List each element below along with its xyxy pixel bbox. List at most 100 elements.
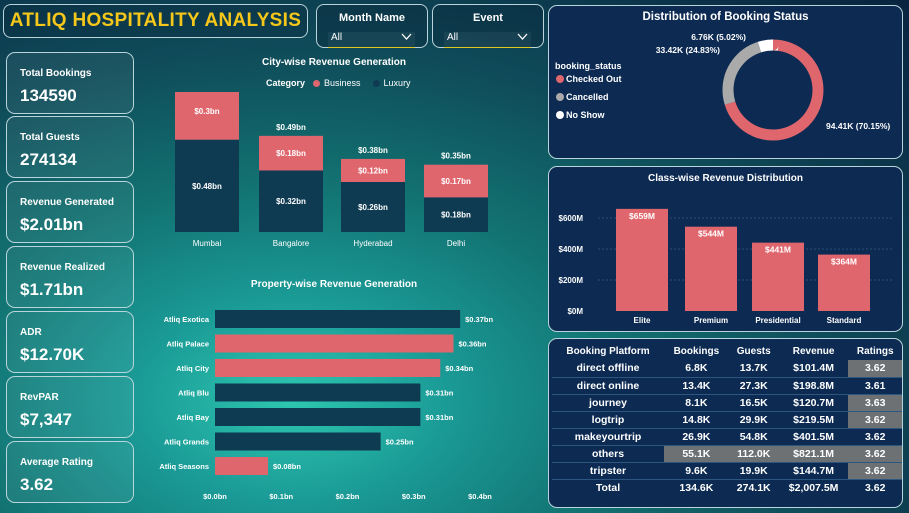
table-row[interactable]: logtrip 14.8K 29.9K $219.5M 3.62 [552,411,902,429]
city-category-label: Mumbai [193,239,222,248]
table-total-row: Total 134.6K 274.1K $2,007.5M 3.62 [552,479,902,496]
cell-rating: 3.62 [848,445,902,463]
cell-platform: direct online [552,377,665,395]
city-chart-title: City-wise Revenue Generation [262,57,406,68]
cell-revenue: $198.8M [778,377,849,395]
cell-bookings: 13.4K [664,377,729,395]
cell-guests: 29.9K [728,411,779,429]
city-category-label: Hyderabad [353,239,392,248]
class-value-label: $544M [698,229,724,239]
month-slicer[interactable]: Month Name All [316,4,428,48]
cell-guests: 112.0K [728,445,779,463]
booking-platform-table: Booking Platform Bookings Guests Revenue… [552,342,902,496]
month-dropdown-value: All [331,32,343,43]
class-y-tick: $0M [567,307,583,316]
event-slicer[interactable]: Event All [432,4,544,48]
property-category-label: Atliq Exotica [164,315,210,324]
col-header[interactable]: Bookings [664,342,729,360]
cell-bookings: 6.8K [664,360,729,378]
kpi-total-guests: Total Guests 274134 [6,116,134,178]
legend-dot-business [313,79,321,87]
property-category-label: Atliq Seasons [159,462,209,471]
legend-title: Category [266,78,306,88]
property-x-tick: $0.0bn [203,492,227,501]
table-row[interactable]: direct offline 6.8K 13.7K $101.4M 3.62 [552,360,902,378]
col-header[interactable]: Ratings [848,342,902,360]
property-x-tick: $0.4bn [468,492,492,501]
cell-rating: 3.62 [848,360,902,378]
property-value-label: $0.31bn [425,389,453,398]
col-header[interactable]: Revenue [779,342,849,360]
kpi-label: ADR [20,327,42,338]
booking-status-chart: 94.41K (70.15%) 33.42K (24.83%) 6.76K (5.0… [555,32,890,141]
cell-rating: 3.62 [848,462,902,480]
cell-platform: journey [552,394,665,412]
property-category-label: Atliq Grands [164,438,209,447]
cell-guests: 27.3K [728,377,779,395]
class-value-label: $441M [765,245,791,255]
cell-bookings: 8.1K [664,394,729,412]
table-row[interactable]: journey 8.1K 16.5K $120.7M 3.63 [552,394,902,412]
property-x-tick: $0.3bn [402,492,426,501]
cell-rating: 3.62 [848,428,902,446]
cell-rating: 3.62 [848,411,902,429]
property-bar [215,457,268,475]
month-slicer-label: Month Name [339,12,405,24]
col-header[interactable]: Booking Platform [552,342,664,360]
status-legend-item: No Show [566,110,605,120]
cell-revenue: $401.5M [778,428,849,446]
city-category-label: Bangalore [273,239,310,248]
status-label-checked-out: 94.41K (70.15%) [826,121,890,131]
cell-bookings: 9.6K [664,462,729,480]
kpi-adr: ADR $12.70K [6,311,134,373]
event-dropdown[interactable]: All [444,32,531,48]
property-bar [215,310,461,328]
property-value-label: $0.25bn [386,438,414,447]
cell-platform: makeyourtrip [552,428,665,446]
kpi-value: 3.62 [20,475,54,494]
col-header[interactable]: Guests [729,342,779,360]
status-legend-dot [556,111,564,119]
kpi-total-bookings: Total Bookings 134590 [6,52,134,114]
city-revenue-chart: $0.48bn$0.3bn$0.78bnMumbai$0.32bn$0.18bn… [175,92,488,248]
kpi-value: 274134 [20,150,77,169]
dashboard-title: ATLIQ HOSPITALITY ANALYSIS [9,10,302,31]
kpi-label: Revenue Generated [20,197,114,208]
status-label-no-show: 6.76K (5.02%) [691,32,746,42]
kpi-value: $7,347 [20,410,72,429]
property-value-label: $0.08bn [273,462,301,471]
property-category-label: Atliq Blu [178,389,209,398]
cell-guests: 19.9K [728,462,779,480]
class-category-label: Elite [634,316,651,325]
kpi-label: Total Bookings [20,68,92,79]
chevron-down-icon [401,33,412,40]
table-row[interactable]: makeyourtrip 26.9K 54.8K $401.5M 3.62 [552,428,902,446]
cell-revenue: $120.7M [778,394,849,412]
cell-revenue: $144.7M [778,462,849,480]
city-label-business: $0.12bn [358,166,388,175]
property-value-label: $0.34bn [445,364,473,373]
city-total-label: $0.38bn [358,146,388,155]
table-row[interactable]: others 55.1K 112.0K $821.1M 3.62 [552,445,902,463]
property-value-label: $0.36bn [459,340,487,349]
property-value-label: $0.31bn [425,413,453,422]
city-chart-legend: Category Business Luxury [266,78,411,88]
city-total-label: $0.35bn [441,152,471,161]
month-dropdown[interactable]: All [328,32,415,48]
status-legend-item: Cancelled [566,92,609,102]
status-legend-dot [556,75,564,83]
cell-guests: 54.8K [728,428,779,446]
kpi-label: Average Rating [20,457,93,468]
cell-guests: 16.5K [728,394,779,412]
cell-guests: 13.7K [728,360,779,378]
cell-revenue: $821.1M [778,445,849,463]
status-legend-title: booking_status [555,61,622,71]
dashboard-title-box: ATLIQ HOSPITALITY ANALYSIS [3,4,308,38]
property-bar [215,334,454,353]
kpi-value: $2.01bn [20,215,84,234]
class-chart-title: Class-wise Revenue Distribution [647,173,804,184]
table-row[interactable]: direct online 13.4K 27.3K $198.8M 3.61 [552,377,902,395]
table-row[interactable]: tripster 9.6K 19.9K $144.7M 3.62 [552,462,902,480]
class-category-label: Standard [827,316,862,325]
kpi-label: RevPAR [20,392,59,403]
